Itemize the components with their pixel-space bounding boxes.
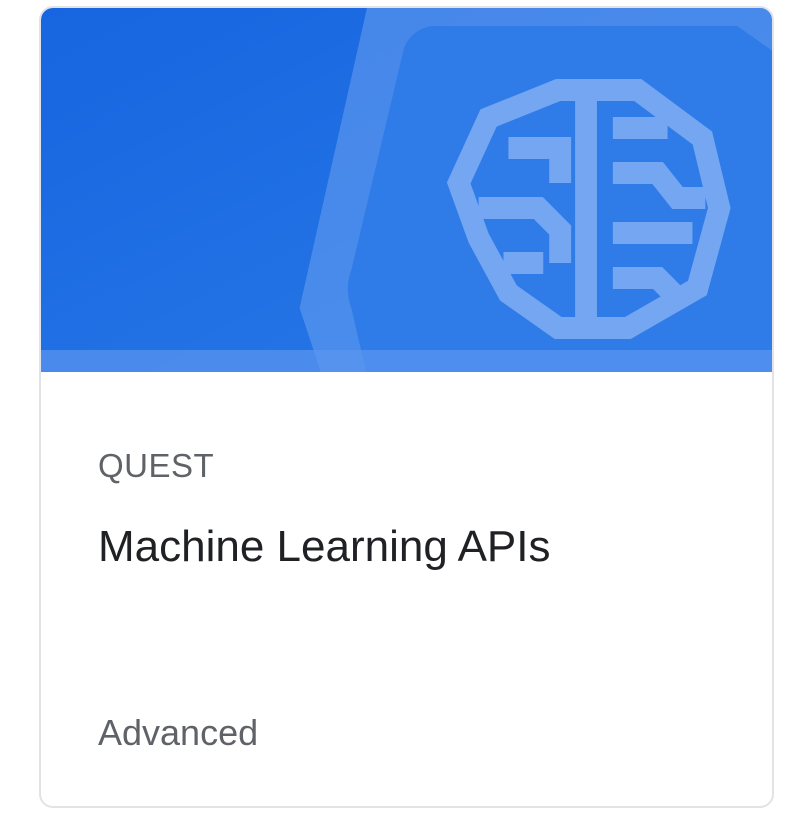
brain-icon: [446, 79, 731, 339]
card-type-label: QUEST: [98, 447, 215, 484]
quest-card[interactable]: QUEST Machine Learning APIs Advanced: [39, 6, 774, 808]
card-banner: [41, 8, 772, 372]
card-banner-art: [41, 8, 772, 372]
card-level-label: Advanced: [98, 712, 259, 753]
card-title[interactable]: Machine Learning APIs: [98, 522, 551, 572]
card-body: QUEST Machine Learning APIs Advanced: [98, 372, 732, 806]
